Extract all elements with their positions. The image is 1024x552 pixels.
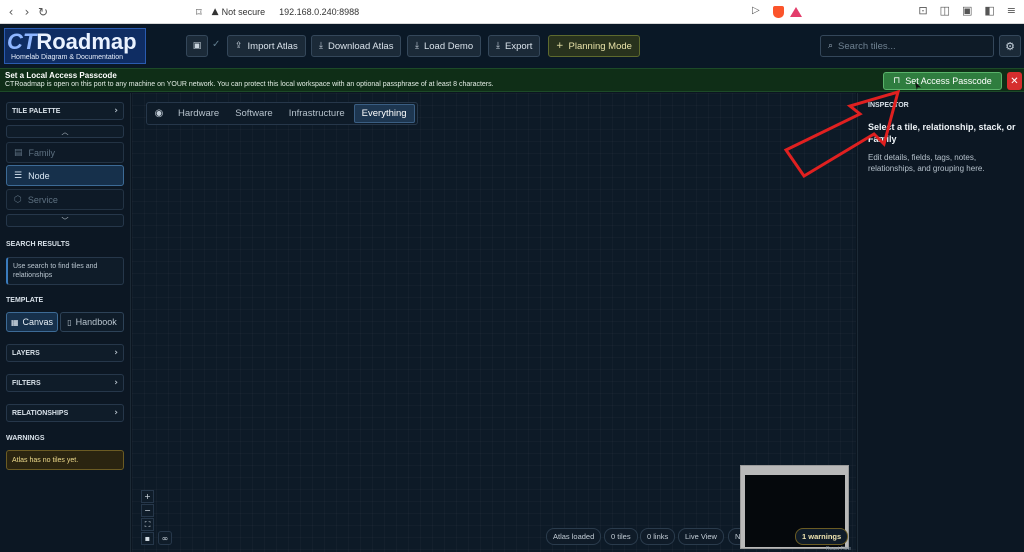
warnings-message: Atlas has no tiles yet.: [6, 450, 124, 470]
menu-icon[interactable]: ≡: [1007, 4, 1016, 17]
load-demo-button[interactable]: ⤓ Load Demo: [407, 35, 482, 57]
share-icon[interactable]: ▷: [752, 5, 760, 16]
status-live-view: Live View: [678, 528, 724, 545]
diagram-canvas[interactable]: ◉ Hardware Software Infrastructure Every…: [132, 93, 856, 552]
logo-title: CTRoadmap: [7, 29, 137, 54]
chevron-right-icon: ›: [114, 408, 118, 418]
export-icon: ⤓: [496, 41, 500, 51]
save-button[interactable]: ▣: [186, 35, 208, 57]
zoom-out-button[interactable]: −: [141, 504, 154, 517]
security-status[interactable]: Not secure: [222, 7, 266, 17]
upload-icon: ⇪: [235, 41, 243, 51]
fit-view-button[interactable]: ⛶: [141, 518, 154, 531]
tab-hardware[interactable]: Hardware: [171, 104, 226, 123]
status-atlas-loaded: Atlas loaded: [546, 528, 602, 545]
tile-palette-header[interactable]: TILE PALETTE ›: [6, 102, 124, 120]
tab-infrastructure[interactable]: Infrastructure: [282, 104, 352, 123]
tab-everything[interactable]: Everything: [353, 104, 415, 123]
sidebar-icon[interactable]: ◫: [940, 4, 950, 17]
tab-software[interactable]: Software: [228, 104, 280, 123]
save-icon: ▣: [192, 41, 202, 51]
banner-title: Set a Local Access Passcode: [5, 71, 117, 80]
link-icon[interactable]: ∞: [158, 531, 172, 545]
extensions-icon[interactable]: ⊡: [918, 4, 927, 17]
chevron-right-icon: ›: [114, 348, 118, 358]
address-bar[interactable]: ⌑ ▲ Not secure 192.168.0.240:8988: [196, 3, 808, 21]
gear-icon[interactable]: ⚙: [999, 35, 1021, 57]
view-tabs: ◉ Hardware Software Infrastructure Every…: [146, 102, 418, 125]
left-sidebar: TILE PALETTE › ︿ ▤ Family ☰ Node ⬡ Service ﹀…: [0, 93, 131, 552]
react-flow-attribution[interactable]: React Flow: [826, 546, 851, 552]
brave-shield-icon[interactable]: [773, 6, 784, 18]
palette-item-family[interactable]: ▤ Family: [6, 142, 124, 163]
book-icon: ▯: [67, 317, 72, 327]
browser-toolbar: ‹ › ↻ ⌑ ▲ Not secure 192.168.0.240:8988 …: [0, 0, 1024, 24]
server-icon: ☰: [14, 170, 23, 181]
chevron-down-icon: ﹀: [61, 216, 69, 225]
warning-icon: ▲: [211, 7, 219, 17]
palette-item-node[interactable]: ☰ Node: [6, 165, 124, 186]
search-results-label: SEARCH RESULTS: [6, 241, 70, 248]
cube-icon: ⬡: [14, 194, 22, 205]
warnings-label: WARNINGS: [6, 435, 45, 442]
app-header: CTRoadmap Homelab Diagram & Documentatio…: [0, 24, 1024, 68]
brave-rewards-icon[interactable]: [790, 7, 802, 17]
eye-icon[interactable]: ◉: [149, 104, 169, 123]
search-results-hint: Use search to find tiles and relationshi…: [6, 257, 124, 285]
export-button[interactable]: ⤓ Export: [488, 35, 541, 57]
set-access-passcode-button[interactable]: ⊓ Set Access Passcode: [883, 72, 1002, 90]
chevron-up-icon: ︿: [61, 127, 69, 136]
search-box[interactable]: ⌕: [820, 35, 994, 57]
app-logo[interactable]: CTRoadmap Homelab Diagram & Documentatio…: [4, 28, 146, 64]
annotation-arrow-icon: [783, 89, 900, 178]
status-warnings[interactable]: 1 warnings: [795, 528, 849, 545]
status-tiles: 0 tiles: [604, 528, 638, 545]
planning-mode-button[interactable]: + Planning Mode: [548, 35, 640, 57]
family-icon: ▤: [14, 147, 23, 158]
banner-text: CTRoadmap is open on this port to any ma…: [5, 81, 494, 88]
chevron-right-icon: ›: [114, 106, 118, 116]
wallet-icon[interactable]: ▣: [962, 4, 972, 17]
vpn-icon[interactable]: ◧: [984, 4, 994, 17]
palette-scroll-down[interactable]: ﹀: [6, 214, 124, 227]
saved-check-icon: ✓: [212, 39, 221, 50]
palette-item-service[interactable]: ⬡ Service: [6, 189, 124, 210]
download-icon: ⤓: [319, 41, 323, 51]
template-canvas-button[interactable]: ▦ Canvas: [6, 312, 58, 332]
zoom-in-button[interactable]: +: [141, 490, 154, 503]
search-input[interactable]: [838, 40, 979, 52]
filters-header[interactable]: FILTERS ›: [6, 374, 124, 392]
template-label: TEMPLATE: [6, 297, 44, 304]
template-handbook-button[interactable]: ▯ Handbook: [60, 312, 124, 332]
download-icon: ⤓: [415, 41, 419, 51]
grid-icon: ▦: [10, 317, 19, 327]
status-links: 0 links: [640, 528, 676, 545]
relationships-header[interactable]: RELATIONSHIPS ›: [6, 404, 124, 422]
import-atlas-button[interactable]: ⇪ Import Atlas: [227, 35, 306, 57]
layers-header[interactable]: LAYERS ›: [6, 344, 124, 362]
reload-icon[interactable]: ↻: [34, 3, 52, 21]
plus-icon: +: [556, 41, 564, 51]
url-text[interactable]: 192.168.0.240:8988: [279, 7, 359, 17]
search-icon: ⌕: [828, 41, 834, 51]
chevron-right-icon: ›: [114, 378, 118, 388]
lock-icon: ⊓: [893, 76, 901, 86]
close-icon[interactable]: ✕: [1007, 72, 1022, 90]
browser-actions: ⊡ ◫ ▣ ◧ ≡: [918, 4, 1016, 17]
palette-scroll-up[interactable]: ︿: [6, 125, 124, 138]
lock-toggle-button[interactable]: ▪: [141, 532, 154, 545]
download-atlas-button[interactable]: ⤓ Download Atlas: [311, 35, 402, 57]
logo-subtitle: Homelab Diagram & Documentation: [11, 54, 124, 61]
bookmark-icon[interactable]: ⌑: [196, 6, 202, 19]
